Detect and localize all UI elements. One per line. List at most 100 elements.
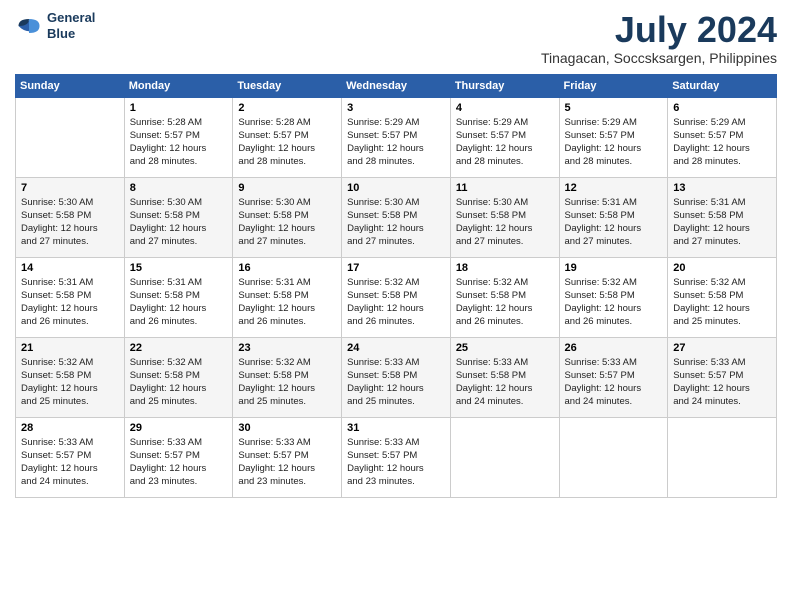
calendar-cell: 26 Sunrise: 5:33 AM Sunset: 5:57 PM Dayli… xyxy=(559,337,668,417)
day-number: 28 xyxy=(21,422,119,434)
day-info: Sunrise: 5:31 AM Sunset: 5:58 PM Dayligh… xyxy=(565,196,663,249)
day-info: Sunrise: 5:28 AM Sunset: 5:57 PM Dayligh… xyxy=(238,116,336,169)
calendar-cell xyxy=(559,417,668,497)
day-number: 16 xyxy=(238,262,336,274)
header-day: Thursday xyxy=(450,74,559,97)
day-number: 20 xyxy=(673,262,771,274)
day-number: 27 xyxy=(673,342,771,354)
day-info: Sunrise: 5:32 AM Sunset: 5:58 PM Dayligh… xyxy=(565,276,663,329)
day-number: 15 xyxy=(130,262,228,274)
day-number: 23 xyxy=(238,342,336,354)
header-day: Monday xyxy=(124,74,233,97)
calendar-cell: 14Sunrise: 5:31 AM Sunset: 5:58 PM Dayli… xyxy=(16,257,125,337)
calendar-cell: 10 Sunrise: 5:30 AM Sunset: 5:58 PM Dayli… xyxy=(342,177,451,257)
day-number: 13 xyxy=(673,182,771,194)
calendar-cell: 28 Sunrise: 5:33 AM Sunset: 5:57 PM Dayli… xyxy=(16,417,125,497)
day-info: Sunrise: 5:32 AM Sunset: 5:58 PM Dayligh… xyxy=(347,276,445,329)
calendar-body: 1 Sunrise: 5:28 AM Sunset: 5:57 PM Daylig… xyxy=(16,97,777,497)
calendar-cell: 9 Sunrise: 5:30 AM Sunset: 5:58 PM Daylig… xyxy=(233,177,342,257)
location-title: Tinagacan, Soccsksargen, Philippines xyxy=(541,50,777,66)
calendar-cell: 13 Sunrise: 5:31 AM Sunset: 5:58 PM Dayli… xyxy=(668,177,777,257)
calendar-cell: 3 Sunrise: 5:29 AM Sunset: 5:57 PM Daylig… xyxy=(342,97,451,177)
day-info: Sunrise: 5:33 AM Sunset: 5:57 PM Dayligh… xyxy=(21,436,119,489)
day-number: 9 xyxy=(238,182,336,194)
day-info: Sunrise: 5:29 AM Sunset: 5:57 PM Dayligh… xyxy=(456,116,554,169)
logo: General Blue xyxy=(15,10,95,41)
calendar-cell: 8 Sunrise: 5:30 AM Sunset: 5:58 PM Daylig… xyxy=(124,177,233,257)
day-number: 6 xyxy=(673,102,771,114)
calendar-cell: 5Sunrise: 5:29 AM Sunset: 5:57 PM Daylig… xyxy=(559,97,668,177)
day-info: Sunrise: 5:30 AM Sunset: 5:58 PM Dayligh… xyxy=(130,196,228,249)
day-info: Sunrise: 5:33 AM Sunset: 5:58 PM Dayligh… xyxy=(347,356,445,409)
calendar-week-row: 28 Sunrise: 5:33 AM Sunset: 5:57 PM Dayli… xyxy=(16,417,777,497)
title-block: July 2024 Tinagacan, Soccsksargen, Phili… xyxy=(541,10,777,66)
day-number: 21 xyxy=(21,342,119,354)
month-title: July 2024 xyxy=(541,10,777,50)
day-info: Sunrise: 5:32 AM Sunset: 5:58 PM Dayligh… xyxy=(673,276,771,329)
day-number: 4 xyxy=(456,102,554,114)
calendar-cell xyxy=(450,417,559,497)
day-info: Sunrise: 5:30 AM Sunset: 5:58 PM Dayligh… xyxy=(238,196,336,249)
header: General Blue July 2024 Tinagacan, Soccsk… xyxy=(15,10,777,66)
day-number: 11 xyxy=(456,182,554,194)
day-info: Sunrise: 5:31 AM Sunset: 5:58 PM Dayligh… xyxy=(238,276,336,329)
header-day: Sunday xyxy=(16,74,125,97)
calendar-cell xyxy=(16,97,125,177)
day-number: 1 xyxy=(130,102,228,114)
calendar-table: SundayMondayTuesdayWednesdayThursdayFrid… xyxy=(15,74,777,498)
day-info: Sunrise: 5:30 AM Sunset: 5:58 PM Dayligh… xyxy=(347,196,445,249)
day-info: Sunrise: 5:32 AM Sunset: 5:58 PM Dayligh… xyxy=(238,356,336,409)
day-info: Sunrise: 5:31 AM Sunset: 5:58 PM Dayligh… xyxy=(673,196,771,249)
calendar-week-row: 14 Sunrise: 5:31 AM Sunset: 5:58 PM Dayli… xyxy=(16,257,777,337)
day-number: 17 xyxy=(347,262,445,274)
calendar-cell: 24Sunrise: 5:33 AM Sunset: 5:58 PM Dayli… xyxy=(342,337,451,417)
calendar-header: SundayMondayTuesdayWednesdayThursdayFrid… xyxy=(16,74,777,97)
calendar-cell: 17 Sunrise: 5:32 AM Sunset: 5:58 PM Dayli… xyxy=(342,257,451,337)
day-number: 7 xyxy=(21,182,119,194)
calendar-week-row: 7 Sunrise: 5:30 AM Sunset: 5:58 PM Daylig… xyxy=(16,177,777,257)
day-number: 29 xyxy=(130,422,228,434)
calendar-cell: 25Sunrise: 5:33 AM Sunset: 5:58 PM Dayli… xyxy=(450,337,559,417)
calendar-cell: 21 Sunrise: 5:32 AM Sunset: 5:58 PM Dayli… xyxy=(16,337,125,417)
day-info: Sunrise: 5:33 AM Sunset: 5:57 PM Dayligh… xyxy=(238,436,336,489)
calendar-cell: 2 Sunrise: 5:28 AM Sunset: 5:57 PM Daylig… xyxy=(233,97,342,177)
calendar-week-row: 21 Sunrise: 5:32 AM Sunset: 5:58 PM Dayli… xyxy=(16,337,777,417)
calendar-cell: 20 Sunrise: 5:32 AM Sunset: 5:58 PM Dayli… xyxy=(668,257,777,337)
header-day: Saturday xyxy=(668,74,777,97)
calendar-cell: 27Sunrise: 5:33 AM Sunset: 5:57 PM Dayli… xyxy=(668,337,777,417)
calendar-cell: 31 Sunrise: 5:33 AM Sunset: 5:57 PM Dayli… xyxy=(342,417,451,497)
day-number: 31 xyxy=(347,422,445,434)
day-number: 26 xyxy=(565,342,663,354)
day-info: Sunrise: 5:30 AM Sunset: 5:58 PM Dayligh… xyxy=(21,196,119,249)
day-number: 3 xyxy=(347,102,445,114)
calendar-cell: 18Sunrise: 5:32 AM Sunset: 5:58 PM Dayli… xyxy=(450,257,559,337)
calendar-cell: 11 Sunrise: 5:30 AM Sunset: 5:58 PM Dayli… xyxy=(450,177,559,257)
day-info: Sunrise: 5:29 AM Sunset: 5:57 PM Dayligh… xyxy=(673,116,771,169)
day-number: 2 xyxy=(238,102,336,114)
calendar-cell: 15 Sunrise: 5:31 AM Sunset: 5:58 PM Dayli… xyxy=(124,257,233,337)
calendar-cell: 23 Sunrise: 5:32 AM Sunset: 5:58 PM Dayli… xyxy=(233,337,342,417)
day-number: 10 xyxy=(347,182,445,194)
header-day: Wednesday xyxy=(342,74,451,97)
calendar-cell xyxy=(668,417,777,497)
day-info: Sunrise: 5:33 AM Sunset: 5:57 PM Dayligh… xyxy=(565,356,663,409)
day-info: Sunrise: 5:33 AM Sunset: 5:58 PM Dayligh… xyxy=(456,356,554,409)
calendar-cell: 6 Sunrise: 5:29 AM Sunset: 5:57 PM Daylig… xyxy=(668,97,777,177)
day-info: Sunrise: 5:32 AM Sunset: 5:58 PM Dayligh… xyxy=(130,356,228,409)
day-info: Sunrise: 5:32 AM Sunset: 5:58 PM Dayligh… xyxy=(21,356,119,409)
day-number: 8 xyxy=(130,182,228,194)
day-info: Sunrise: 5:33 AM Sunset: 5:57 PM Dayligh… xyxy=(347,436,445,489)
day-info: Sunrise: 5:33 AM Sunset: 5:57 PM Dayligh… xyxy=(130,436,228,489)
header-day: Tuesday xyxy=(233,74,342,97)
day-info: Sunrise: 5:30 AM Sunset: 5:58 PM Dayligh… xyxy=(456,196,554,249)
calendar-cell: 29 Sunrise: 5:33 AM Sunset: 5:57 PM Dayli… xyxy=(124,417,233,497)
day-number: 5 xyxy=(565,102,663,114)
header-day: Friday xyxy=(559,74,668,97)
calendar-cell: 22Sunrise: 5:32 AM Sunset: 5:58 PM Dayli… xyxy=(124,337,233,417)
day-number: 12 xyxy=(565,182,663,194)
day-number: 14 xyxy=(21,262,119,274)
day-info: Sunrise: 5:31 AM Sunset: 5:58 PM Dayligh… xyxy=(130,276,228,329)
day-info: Sunrise: 5:29 AM Sunset: 5:57 PM Dayligh… xyxy=(347,116,445,169)
calendar-cell: 19Sunrise: 5:32 AM Sunset: 5:58 PM Dayli… xyxy=(559,257,668,337)
logo-text: General Blue xyxy=(47,10,95,41)
